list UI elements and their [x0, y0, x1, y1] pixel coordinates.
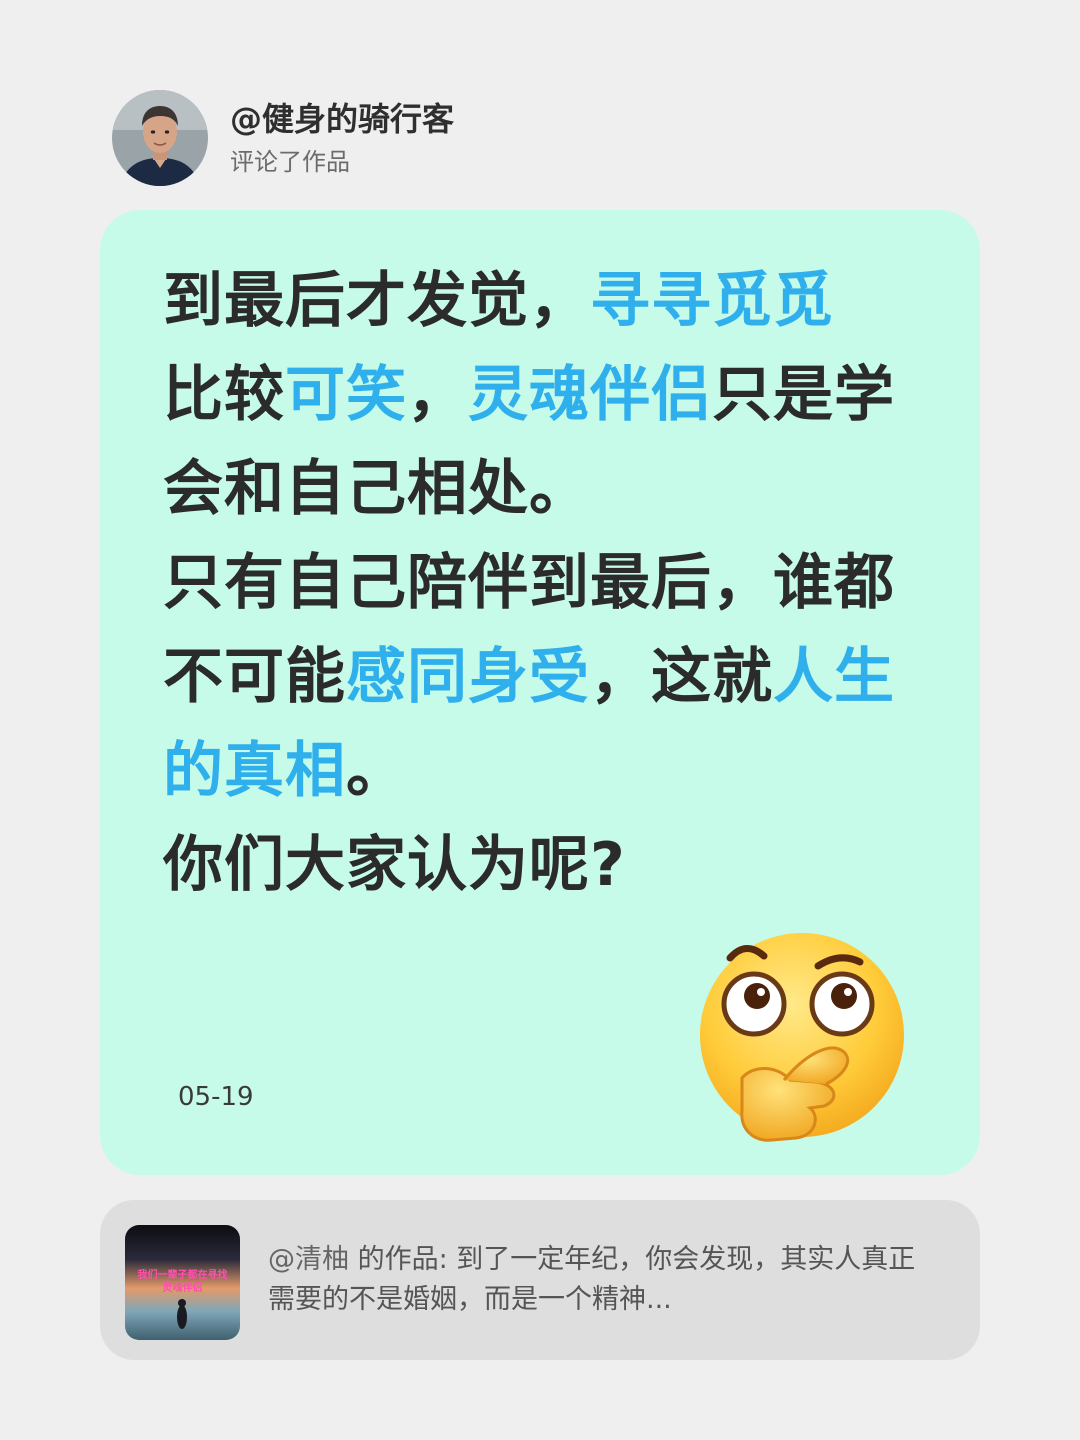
thinking-face-emoji [700, 933, 904, 1142]
work-author[interactable]: @清柚 [268, 1244, 349, 1275]
thumbnail-caption-line: 我们一辈子都在寻找 [137, 1270, 228, 1281]
thumbnail-caption: 我们一辈子都在寻找 灵魂伴侣 [125, 1269, 240, 1295]
work-thumbnail[interactable]: 我们一辈子都在寻找 灵魂伴侣 [125, 1225, 240, 1340]
comment-segment: 到最后才发觉， [163, 266, 590, 336]
comment-highlight: 感同身受 [346, 642, 590, 712]
avatar[interactable] [112, 90, 208, 186]
comment-highlight: 可笑 [285, 360, 407, 430]
username[interactable]: @健身的骑行客 [230, 97, 454, 141]
comment-segment: 比较 [163, 360, 285, 430]
comment-header: @健身的骑行客 评论了作品 [112, 90, 454, 186]
comment-text: 到最后才发觉，寻寻觅觅 比较可笑，灵魂伴侣只是学会和自己相处。 只有自己陪伴到最后，… [163, 254, 923, 912]
comment-highlight: 灵魂伴侣 [468, 360, 712, 430]
thumbnail-caption-line: 灵魂伴侣 [162, 1283, 203, 1294]
comment-highlight: 寻寻觅觅 [590, 266, 834, 336]
comment-segment: 。 [346, 736, 407, 806]
work-label: 的作品: [357, 1244, 448, 1275]
referenced-work-text: @清柚 的作品: 到了一定年纪，你会发现，其实人真正需要的不是婚姻，而是一个精神… [268, 1240, 938, 1320]
comment-date: 05-19 [178, 1082, 254, 1112]
comment-segment: 你们大家认为呢? [163, 830, 626, 900]
comment-segment: ，这就 [590, 642, 773, 712]
action-text: 评论了作品 [230, 148, 350, 176]
comment-segment: ， [407, 360, 468, 430]
header-text: @健身的骑行客 评论了作品 [230, 97, 454, 179]
avatar-image [112, 90, 208, 186]
comment-card: 到最后才发觉，寻寻觅觅 比较可笑，灵魂伴侣只是学会和自己相处。 只有自己陪伴到最后，… [100, 210, 980, 1175]
referenced-work-card[interactable]: 我们一辈子都在寻找 灵魂伴侣 @清柚 的作品: 到了一定年纪，你会发现，其实人真… [100, 1200, 980, 1360]
